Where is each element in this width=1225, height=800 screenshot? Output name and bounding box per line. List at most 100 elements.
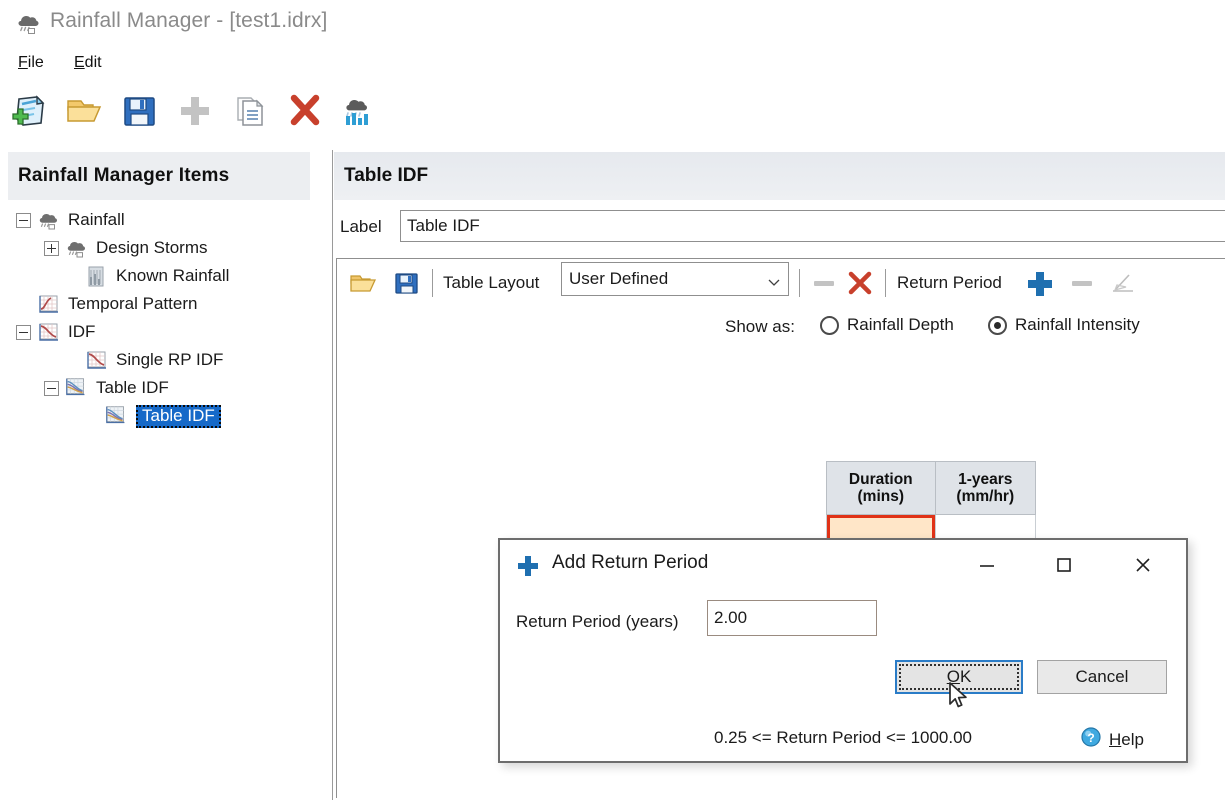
tree-item-temporal-pattern[interactable]: Temporal Pattern (0, 290, 333, 318)
label-input-value: Table IDF (407, 216, 480, 235)
dialog-title-bar: Add Return Period (500, 540, 1186, 588)
toolbar-separator (885, 269, 886, 297)
panel-header: Table IDF (334, 152, 1225, 200)
radio-rainfall-depth-label: Rainfall Depth (847, 315, 954, 334)
tree-item-label: Design Storms (96, 238, 208, 257)
tree-item-label: Temporal Pattern (68, 294, 198, 313)
return-period-input-value: 2.00 (714, 608, 748, 627)
open-folder-icon[interactable] (59, 86, 111, 136)
idf-curve-icon (36, 320, 62, 344)
tree-item-label: IDF (68, 322, 96, 341)
tree-item-single-rp-idf[interactable]: Single RP IDF (0, 346, 333, 374)
dialog-title: Add Return Period (552, 552, 709, 573)
chevron-collapse-icon[interactable] (44, 380, 59, 396)
idf-multi-curve-icon (104, 404, 130, 428)
window-title: Rainfall Manager - [test1.idrx] (50, 9, 328, 32)
idf-curve-icon (84, 348, 110, 372)
return-period-input[interactable]: 2.00 (707, 600, 877, 636)
sidebar: Rainfall Manager Items Rainfall Design S… (0, 150, 333, 800)
plus-icon[interactable] (1025, 263, 1055, 303)
items-tree[interactable]: Rainfall Design Storms Known Rainfall Te… (0, 206, 333, 430)
delete-x-icon[interactable] (279, 86, 331, 136)
chevron-collapse-icon[interactable] (16, 212, 31, 228)
tree-item-idf[interactable]: IDF (0, 318, 333, 346)
tree-item-label: Table IDF (96, 378, 169, 397)
tree-item-label: Rainfall (68, 210, 125, 229)
tree-item-design-storms[interactable]: Design Storms (0, 234, 333, 262)
chevron-expand-icon[interactable] (44, 240, 59, 256)
table-header-row: Duration (mins) 1-years (mm/hr) (826, 461, 1037, 515)
radio-rainfall-intensity[interactable]: Rainfall Intensity (988, 315, 1140, 335)
rain-cloud-icon (64, 236, 90, 260)
show-as-caption: Show as: (725, 317, 795, 336)
close-icon[interactable] (1120, 546, 1166, 584)
chevron-down-icon (768, 274, 780, 286)
delete-x-icon[interactable] (845, 263, 875, 303)
help-label: Help (1109, 729, 1144, 749)
minus-icon (809, 263, 839, 303)
label-caption: Label (340, 217, 382, 236)
label-input[interactable]: Table IDF (400, 210, 1225, 242)
column-header-1-years[interactable]: 1-years (mm/hr) (934, 461, 1037, 515)
table-layout-caption: Table Layout (443, 273, 540, 292)
help-question-icon: ? (1080, 726, 1102, 753)
tree-item-label-selected: Table IDF (136, 404, 221, 428)
show-as-row: Show as: Rainfall Depth Rainfall Intensi… (337, 311, 1225, 345)
menu-file[interactable]: File (14, 52, 48, 74)
toolbar-separator (432, 269, 433, 297)
help-link[interactable]: ? Help (1080, 726, 1144, 753)
save-icon[interactable] (114, 86, 166, 136)
radio-circle-icon (820, 315, 839, 335)
sidebar-header: Rainfall Manager Items (8, 152, 310, 200)
radio-rainfall-depth[interactable]: Rainfall Depth (820, 315, 954, 335)
rain-bars-icon (84, 264, 110, 288)
main-toolbar (0, 82, 1225, 140)
table-layout-select[interactable]: User Defined (561, 262, 789, 296)
title-bar: Rainfall Manager - [test1.idrx] (0, 0, 1225, 48)
ok-button[interactable]: OK (895, 660, 1023, 694)
plus-icon (516, 554, 540, 583)
idf-toolbar: Table Layout User Defined Return Period (337, 259, 1225, 307)
svg-text:?: ? (1087, 731, 1094, 745)
focus-ring (899, 664, 1019, 690)
rainfall-manager-window: Rainfall Manager - [test1.idrx] File Edi… (0, 0, 1225, 800)
minimize-icon[interactable] (964, 546, 1010, 584)
sidebar-header-label: Rainfall Manager Items (18, 165, 230, 186)
cancel-button[interactable]: Cancel (1037, 660, 1167, 694)
copy-icon[interactable] (224, 86, 276, 136)
rainfall-chart-icon[interactable] (334, 86, 386, 136)
table-layout-value: User Defined (569, 269, 669, 288)
tree-item-known-rainfall[interactable]: Known Rainfall (0, 262, 333, 290)
curve-chart-icon (36, 292, 62, 316)
open-folder-icon[interactable] (349, 263, 379, 303)
tree-item-label: Single RP IDF (116, 350, 224, 369)
menu-edit[interactable]: Edit (70, 52, 106, 74)
cancel-button-label: Cancel (1075, 667, 1129, 686)
menu-bar: File Edit (0, 52, 1225, 80)
edit-pencil-icon (1109, 263, 1139, 303)
column-header-duration[interactable]: Duration (mins) (826, 461, 936, 515)
label-row: Label Table IDF (334, 210, 1225, 246)
new-icon[interactable] (4, 86, 56, 136)
tree-item-table-idf-selected[interactable]: Table IDF (0, 402, 333, 430)
return-period-caption: Return Period (897, 273, 1002, 292)
radio-rainfall-intensity-label: Rainfall Intensity (1015, 315, 1140, 334)
page-title: Table IDF (344, 165, 429, 186)
maximize-icon[interactable] (1041, 546, 1087, 584)
toolbar-separator (799, 269, 800, 297)
save-icon[interactable] (393, 263, 421, 303)
tree-item-table-idf-group[interactable]: Table IDF (0, 374, 333, 402)
rain-cloud-icon (14, 10, 42, 36)
chevron-collapse-icon[interactable] (16, 324, 31, 340)
idf-multi-curve-icon (64, 376, 90, 400)
tree-item-label: Known Rainfall (116, 266, 230, 285)
minus-icon (1067, 263, 1097, 303)
radio-circle-selected-icon (988, 315, 1007, 335)
add-plus-icon (169, 86, 221, 136)
return-period-field-caption: Return Period (years) (516, 612, 679, 631)
tree-item-rainfall[interactable]: Rainfall (0, 206, 333, 234)
